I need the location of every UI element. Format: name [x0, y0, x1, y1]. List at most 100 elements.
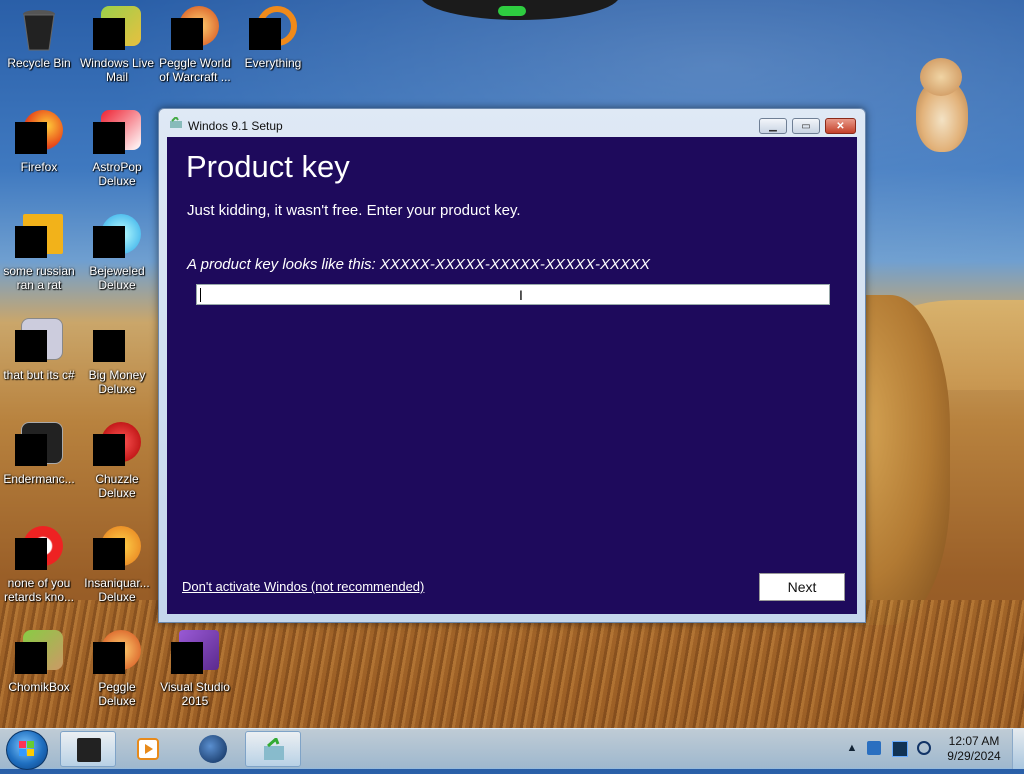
desktop-icon-label: some russian ran a rat: [3, 264, 75, 292]
big-money-icon: [93, 318, 141, 366]
visual-studio-icon: [171, 630, 219, 678]
desktop-icon-label: that but its c#: [3, 368, 75, 382]
redaction-box: [171, 642, 203, 674]
close-button[interactable]: ✕: [825, 118, 856, 134]
tray-overflow-chevron-icon[interactable]: ▲: [845, 741, 859, 755]
desktop-icon-label: Windows Live Mail: [79, 56, 155, 84]
redaction-box: [93, 642, 125, 674]
redaction-box: [93, 18, 125, 50]
next-button[interactable]: Next: [759, 573, 845, 601]
desktop-icon-csharp[interactable]: that but its c#: [0, 318, 78, 382]
desktop-icon-firefox[interactable]: Firefox: [0, 110, 78, 174]
redaction-box: [15, 434, 47, 466]
show-desktop-button[interactable]: [1012, 729, 1024, 769]
redaction-box: [249, 18, 281, 50]
redaction-box: [93, 122, 125, 154]
hamster-pet-icon[interactable]: [912, 58, 970, 154]
desktop-icon-label: Firefox: [20, 160, 58, 174]
desktop-icon-enderman[interactable]: Endermanc...: [0, 422, 78, 486]
redaction-box: [171, 18, 203, 50]
desktop-icon-peggle-wow[interactable]: Peggle World of Warcraft ...: [156, 6, 234, 84]
desktop-icon-label: Peggle Deluxe: [98, 680, 136, 708]
window-titlebar[interactable]: Windos 9.1 Setup ▁ ▭ ✕: [159, 109, 865, 137]
product-key-input[interactable]: [196, 284, 830, 305]
desktop-icon-label: AstroPop Deluxe: [92, 160, 142, 188]
desktop-icon-astropop[interactable]: AstroPop Deluxe: [78, 110, 156, 188]
peggle-icon: [93, 630, 141, 678]
firefox-icon: [15, 110, 63, 158]
desktop-icon-label: Big Money Deluxe: [88, 368, 146, 396]
ibeam-cursor-icon: Ι: [519, 287, 523, 303]
taskbar-browser[interactable]: [185, 731, 241, 767]
shortcut-icon: [15, 318, 63, 366]
desktop-icon-peggle[interactable]: Peggle Deluxe: [78, 630, 156, 708]
volume-icon[interactable]: [917, 741, 931, 755]
redaction-box: [15, 226, 47, 258]
redaction-box: [15, 642, 47, 674]
desktop-icon-windows-live-mail[interactable]: Windows Live Mail: [78, 6, 156, 84]
desktop-icon-recycle-bin[interactable]: Recycle Bin: [0, 6, 78, 70]
setup-icon: [264, 738, 284, 760]
redaction-box: [15, 538, 47, 570]
desktop-icon-label: Everything: [244, 56, 302, 70]
desktop-icon-big-money[interactable]: Big Money Deluxe: [78, 318, 156, 396]
desktop-icon-label: Visual Studio 2015: [160, 680, 230, 708]
desktop-icon-label: Peggle World of Warcraft ...: [159, 56, 231, 84]
clock-date: 9/29/2024: [947, 749, 1001, 763]
desktop-icon-label: Insaniquar... Deluxe: [84, 576, 150, 604]
insaniquarium-icon: [93, 526, 141, 574]
clock-time: 12:07 AM: [948, 734, 1000, 748]
document-icon: [15, 214, 63, 262]
product-key-hint: A product key looks like this: XXXXX-XXX…: [187, 256, 650, 273]
redaction-box: [93, 434, 125, 466]
desktop-icon-insaniquarium[interactable]: Insaniquar... Deluxe: [78, 526, 156, 604]
network-icon[interactable]: [892, 741, 908, 757]
redaction-box: [15, 122, 47, 154]
desktop-icon-label: ChomikBox: [8, 680, 70, 694]
bejeweled-icon: [93, 214, 141, 262]
recycle-bin-icon: [15, 6, 63, 54]
desktop-icon-document[interactable]: some russian ran a rat: [0, 214, 78, 292]
desktop-icon-bejeweled[interactable]: Bejeweled Deluxe: [78, 214, 156, 292]
globe-icon: [199, 735, 227, 763]
desktop-icon-none-of-you[interactable]: none of you retards kno...: [0, 526, 78, 604]
maximize-button[interactable]: ▭: [792, 118, 820, 134]
peggle-wow-icon: [171, 6, 219, 54]
app-icon: [15, 526, 63, 574]
setup-content: Product key Just kidding, it wasn't free…: [167, 137, 857, 614]
window-title: Windos 9.1 Setup: [188, 119, 283, 133]
chuzzle-icon: [93, 422, 141, 470]
redaction-box: [93, 226, 125, 258]
redaction-box: [15, 330, 47, 362]
desktop-icon-label: none of you retards kno...: [3, 576, 75, 604]
mail-icon: [93, 6, 141, 54]
taskbar-terminal[interactable]: [60, 731, 116, 767]
desktop-icon-visual-studio[interactable]: Visual Studio 2015: [156, 630, 234, 708]
redaction-box: [93, 330, 125, 362]
taskbar-media-player[interactable]: [120, 731, 176, 767]
taskbar-setup[interactable]: [245, 731, 301, 767]
setup-window: Windos 9.1 Setup ▁ ▭ ✕ Product key Just …: [158, 108, 866, 623]
desktop-icon-label: Endermanc...: [3, 472, 75, 486]
desktop-icon-label: Bejeweled Deluxe: [89, 264, 145, 292]
astropop-icon: [93, 110, 141, 158]
page-title: Product key: [186, 149, 350, 184]
taskbar: ▲ 12:07 AM 9/29/2024: [0, 728, 1024, 770]
minimize-button[interactable]: ▁: [759, 118, 787, 134]
start-orb-icon[interactable]: [6, 730, 48, 770]
taskbar-clock[interactable]: 12:07 AM 9/29/2024: [944, 734, 1004, 764]
media-player-icon: [137, 738, 159, 760]
tray-app-icon[interactable]: [867, 741, 881, 755]
desktop-icon-everything[interactable]: Everything: [234, 6, 312, 70]
app-icon: [15, 422, 63, 470]
text-caret: [200, 288, 201, 302]
page-subtitle: Just kidding, it wasn't free. Enter your…: [187, 202, 521, 219]
dont-activate-link[interactable]: Don't activate Windos (not recommended): [182, 579, 424, 594]
desktop-icon-label: Recycle Bin: [7, 56, 71, 70]
desktop-icon-chuzzle[interactable]: Chuzzle Deluxe: [78, 422, 156, 500]
redaction-box: [93, 538, 125, 570]
setup-icon: [170, 117, 182, 128]
everything-search-icon: [249, 6, 297, 54]
desktop-icon-chomikbox[interactable]: ChomikBox: [0, 630, 78, 694]
desktop-icon-label: Chuzzle Deluxe: [95, 472, 139, 500]
